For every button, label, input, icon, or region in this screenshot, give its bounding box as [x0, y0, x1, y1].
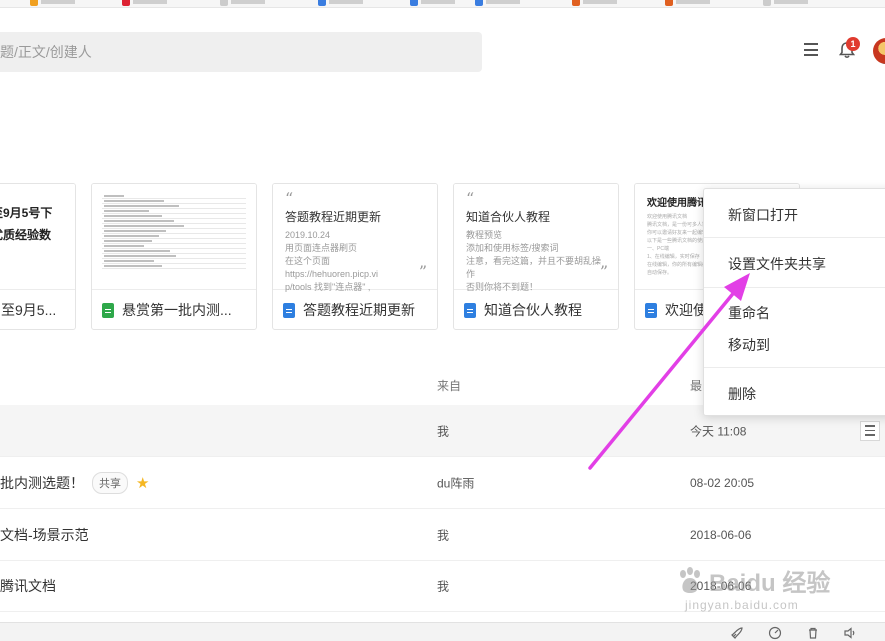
- search-box[interactable]: [0, 32, 482, 72]
- card-thumbnail: 至9月5号下 优质经验数: [0, 184, 75, 290]
- browser-status-bar: [0, 622, 885, 641]
- bookmark-item[interactable]: [410, 0, 455, 7]
- bookmark-item[interactable]: [665, 0, 710, 7]
- volume-icon[interactable]: [843, 626, 857, 640]
- card-thumbnail: “ 知道合伙人教程 教程预览 添加和使用标签/搜索词 注意，看完这篇，并且不要胡…: [454, 184, 618, 292]
- row-from: du阵雨: [437, 476, 475, 490]
- bookmark-item[interactable]: [30, 0, 75, 7]
- share-badge: 共享: [92, 471, 128, 494]
- quote-close-icon: ”: [599, 262, 608, 281]
- row-from: 我: [437, 424, 450, 438]
- notification-badge: 1: [846, 37, 860, 51]
- card-thumbnail: “ 答题教程近期更新 2019.10.24 用页面连点器刷页 在这个页面 htt…: [273, 184, 437, 292]
- row-from: 我: [437, 528, 450, 542]
- quote-line: 注意，看完这篇，并且不要胡乱操作: [466, 256, 602, 279]
- watermark-url: jingyan.baidu.com: [685, 598, 799, 612]
- star-icon[interactable]: ★: [136, 474, 149, 492]
- quote-open-icon: “: [466, 189, 475, 208]
- menu-divider: [704, 287, 885, 288]
- table-row[interactable]: 文档-场景示范 我 2018-06-06: [0, 509, 885, 561]
- quote-line: 在这个页面 https://hehuoren.picp.vi: [285, 256, 379, 279]
- quote-line: 否则你将不到题！: [466, 282, 539, 292]
- row-time: 08-02 20:05: [690, 475, 755, 490]
- recent-doc-card[interactable]: “ 知道合伙人教程 教程预览 添加和使用标签/搜索词 注意，看完这篇，并且不要胡…: [453, 183, 619, 330]
- thumb-text: 至9月5号下: [0, 206, 53, 220]
- quote-line: 教程预览: [466, 230, 503, 240]
- card-title: 知道合伙人教程: [484, 302, 582, 318]
- card-thumbnail: [92, 184, 256, 290]
- doc-icon: [283, 302, 295, 318]
- rocket-icon[interactable]: [730, 626, 744, 640]
- row-name[interactable]: 文档-场景示范: [0, 525, 89, 545]
- menu-divider: [704, 237, 885, 238]
- avatar[interactable]: [873, 38, 885, 64]
- watermark: Baidu 经验 jingyan.baidu.com: [675, 563, 830, 612]
- thumb-text: 优质经验数: [0, 228, 52, 242]
- menu-icon[interactable]: [804, 43, 818, 56]
- recent-doc-card[interactable]: 悬赏第一批内测...: [91, 183, 257, 330]
- menu-item-move-to[interactable]: 移动到: [728, 335, 770, 355]
- quote-title: 知道合伙人教程: [466, 210, 551, 224]
- speed-icon[interactable]: [768, 626, 782, 640]
- row-time: 今天 11:08: [690, 424, 747, 438]
- context-menu: 新窗口打开 设置文件夹共享 重命名 移动到 删除: [703, 188, 885, 416]
- quote-line: 用页面连点器刷页: [285, 243, 358, 253]
- quote-close-icon: ”: [418, 262, 427, 281]
- row-menu-icon[interactable]: [860, 420, 880, 441]
- quote-open-icon: “: [285, 189, 294, 208]
- search-input[interactable]: [0, 44, 482, 60]
- quote-line: p/tools 找到"连点器" ,: [285, 282, 371, 292]
- menu-item-open-new-window[interactable]: 新窗口打开: [728, 205, 798, 225]
- card-title: 至9月5...: [1, 302, 57, 318]
- bookmark-item[interactable]: [122, 0, 167, 7]
- paw-logo-icon: [680, 566, 700, 593]
- row-name-text: 文档-场景示范: [0, 526, 89, 543]
- card-title: 欢迎使: [665, 302, 707, 318]
- recent-doc-card[interactable]: 至9月5号下 优质经验数 至9月5...: [0, 183, 76, 330]
- row-name[interactable]: 腾讯文档: [0, 576, 56, 596]
- menu-item-delete[interactable]: 删除: [728, 384, 756, 404]
- row-time: 2018-06-06: [690, 527, 752, 542]
- column-header-from[interactable]: 来自: [437, 377, 461, 394]
- menu-divider: [704, 367, 885, 368]
- doc-icon: [464, 302, 476, 318]
- sheet-icon: [102, 302, 114, 318]
- column-header-time[interactable]: 最: [690, 377, 702, 394]
- doc-icon: [645, 302, 657, 318]
- bookmark-item[interactable]: [572, 0, 617, 7]
- quote-title: 答题教程近期更新: [285, 210, 382, 224]
- row-name-text: 批内测选题！: [0, 474, 84, 491]
- card-title: 答题教程近期更新: [303, 302, 415, 318]
- quote-line: 2019.10.24: [285, 230, 331, 240]
- quote-line: 添加和使用标签/搜索词: [466, 243, 559, 253]
- menu-item-rename[interactable]: 重命名: [728, 303, 770, 323]
- watermark-text: Baidu 经验: [709, 570, 831, 597]
- row-name-text: 腾讯文档: [0, 577, 56, 594]
- bookmark-item[interactable]: [763, 0, 808, 7]
- row-name[interactable]: 批内测选题！ 共享 ★: [0, 471, 149, 494]
- menu-item-share-folder[interactable]: 设置文件夹共享: [728, 254, 826, 274]
- recent-doc-card[interactable]: “ 答题教程近期更新 2019.10.24 用页面连点器刷页 在这个页面 htt…: [272, 183, 438, 330]
- trash-icon[interactable]: [806, 626, 820, 640]
- bookmark-item[interactable]: [318, 0, 363, 7]
- card-title: 悬赏第一批内测...: [122, 302, 232, 318]
- table-row[interactable]: 批内测选题！ 共享 ★ du阵雨 08-02 20:05: [0, 457, 885, 509]
- bookmark-item[interactable]: [475, 0, 520, 7]
- row-from: 我: [437, 579, 450, 593]
- bookmark-item[interactable]: [220, 0, 265, 7]
- bookmarks-bar: [0, 0, 885, 8]
